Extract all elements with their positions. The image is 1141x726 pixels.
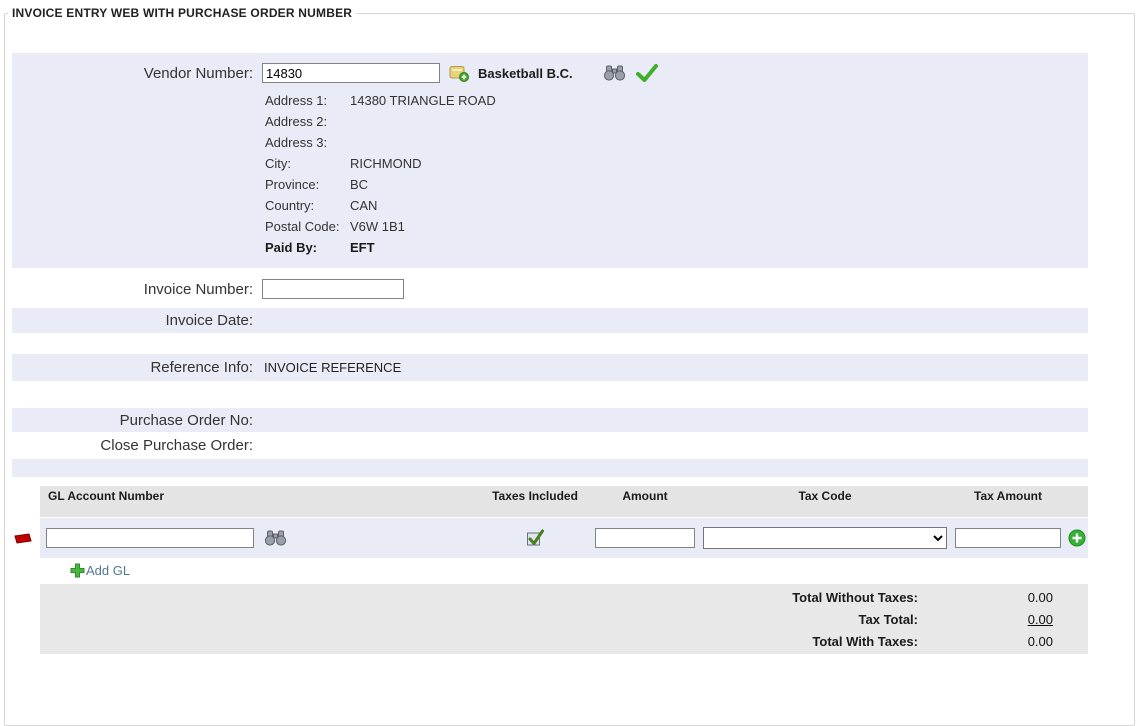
invoice-date-label: Invoice Date: [12, 312, 262, 329]
vendor-finder-binoculars-icon[interactable] [603, 65, 626, 81]
address1-row: Address 1:14380 TRIANGLE ROAD [265, 90, 1088, 111]
postal-code-row: Postal Code:V6W 1B1 [265, 216, 1088, 237]
gl-header-tax-amount: Tax Amount [950, 489, 1066, 503]
reference-info-value: INVOICE REFERENCE [264, 360, 401, 375]
amount-input[interactable] [595, 528, 695, 548]
add-row-plus-icon[interactable] [1068, 529, 1086, 547]
country-row: Country:CAN [265, 195, 1088, 216]
vendor-number-row: Vendor Number: Basketball B.C. [12, 60, 1088, 86]
country-value: CAN [350, 198, 377, 213]
vendor-number-input[interactable] [262, 63, 440, 83]
province-row: Province:BC [265, 174, 1088, 195]
city-label: City: [265, 153, 350, 174]
new-vendor-icon[interactable] [449, 64, 469, 82]
reference-info-label: Reference Info: [12, 359, 262, 376]
gl-table: GL Account Number Taxes Included Amount … [40, 486, 1088, 578]
page-title: INVOICE ENTRY WEB WITH PURCHASE ORDER NU… [8, 6, 356, 20]
total-with-taxes-row: Total With Taxes: 0.00 [40, 630, 1088, 652]
add-gl-link[interactable]: Add GL [86, 563, 130, 578]
tax-total-label: Tax Total: [40, 612, 963, 627]
paid-by-value: EFT [350, 240, 375, 255]
close-purchase-order-row: Close Purchase Order: [12, 432, 1088, 458]
totals-panel: Total Without Taxes: 0.00 Tax Total: 0.0… [40, 584, 1088, 654]
gl-header-account: GL Account Number [40, 489, 480, 503]
gl-account-input[interactable] [46, 528, 254, 548]
postal-code-value: V6W 1B1 [350, 219, 405, 234]
address3-label: Address 3: [265, 132, 350, 153]
address3-row: Address 3: [265, 132, 1088, 153]
address2-label: Address 2: [265, 111, 350, 132]
gl-header-amount: Amount [590, 489, 700, 503]
tax-total-row: Tax Total: 0.00 [40, 608, 1088, 630]
invoice-entry-fieldset: INVOICE ENTRY WEB WITH PURCHASE ORDER NU… [4, 6, 1135, 726]
invoice-number-row: Invoice Number: [12, 272, 1088, 306]
gl-account-finder-binoculars-icon[interactable] [264, 530, 287, 546]
close-purchase-order-label: Close Purchase Order: [12, 437, 262, 454]
vendor-name: Basketball B.C. [478, 66, 573, 81]
delete-row-icon[interactable] [13, 533, 33, 544]
vendor-number-label: Vendor Number: [12, 65, 262, 82]
postal-code-label: Postal Code: [265, 216, 350, 237]
address1-label: Address 1: [265, 90, 350, 111]
tax-amount-input[interactable] [955, 528, 1061, 548]
paid-by-label: Paid By: [265, 237, 350, 258]
purchase-order-label: Purchase Order No: [12, 412, 262, 429]
country-label: Country: [265, 195, 350, 216]
total-without-taxes-value: 0.00 [963, 590, 1088, 605]
invoice-number-label: Invoice Number: [12, 281, 262, 298]
form-content: Vendor Number: Basketball B.C. [12, 53, 1088, 654]
vendor-panel: Vendor Number: Basketball B.C. [12, 53, 1088, 268]
invoice-date-row: Invoice Date: [12, 308, 1088, 333]
gl-row [40, 518, 1088, 558]
total-without-taxes-row: Total Without Taxes: 0.00 [40, 586, 1088, 608]
total-without-taxes-label: Total Without Taxes: [40, 590, 963, 605]
city-value: RICHMOND [350, 156, 422, 171]
add-gl-plus-icon[interactable] [70, 563, 85, 578]
invoice-number-input[interactable] [262, 279, 404, 299]
total-with-taxes-value: 0.00 [963, 634, 1088, 649]
tax-total-value-link[interactable]: 0.00 [963, 612, 1088, 627]
total-with-taxes-label: Total With Taxes: [40, 634, 963, 649]
paid-by-row: Paid By:EFT [265, 237, 1088, 258]
gl-header-taxes-included: Taxes Included [480, 489, 590, 503]
purchase-order-row: Purchase Order No: [12, 408, 1088, 432]
gl-table-header: GL Account Number Taxes Included Amount … [40, 486, 1088, 517]
reference-info-row: Reference Info: INVOICE REFERENCE [12, 354, 1088, 381]
city-row: City:RICHMOND [265, 153, 1088, 174]
add-gl-row: Add GL [70, 563, 1088, 578]
province-label: Province: [265, 174, 350, 195]
taxes-included-checkbox[interactable] [525, 528, 545, 548]
address1-value: 14380 TRIANGLE ROAD [350, 93, 496, 108]
tax-code-select[interactable] [703, 527, 947, 549]
province-value: BC [350, 177, 368, 192]
gl-header-tax-code: Tax Code [700, 489, 950, 503]
address2-row: Address 2: [265, 111, 1088, 132]
spacer-band [12, 459, 1088, 477]
vendor-valid-check-icon [636, 64, 658, 82]
